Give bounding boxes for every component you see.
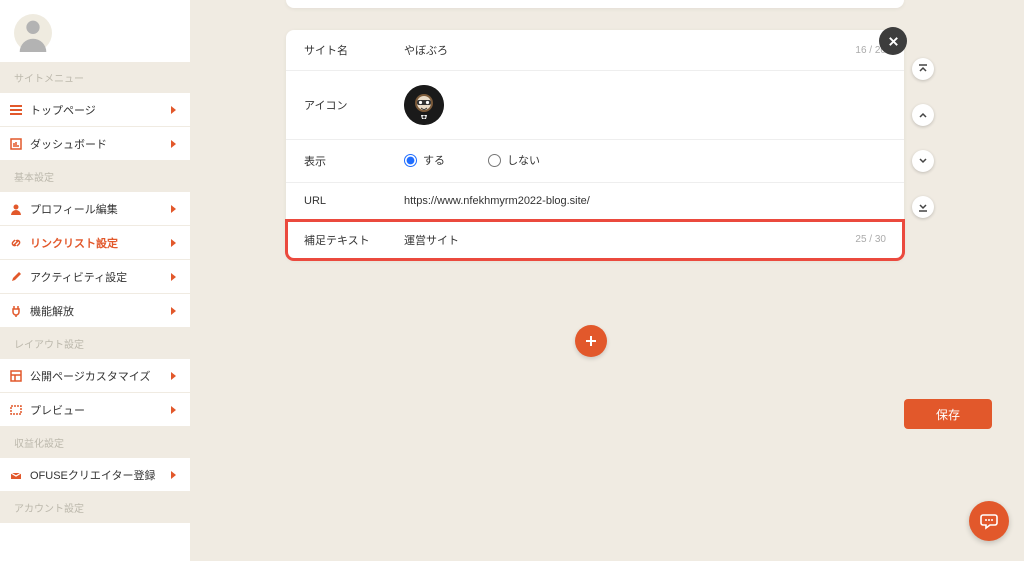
chevron-right-icon <box>171 106 176 114</box>
sidebar-item-activity[interactable]: アクティビティ設定 <box>0 260 190 294</box>
plug-icon <box>8 303 24 319</box>
main: サイト名 やぼぶろ 16 / 20 アイコン <box>190 0 1024 561</box>
radio-label: しない <box>507 152 540 168</box>
section-header-layout: レイアウト設定 <box>0 328 190 359</box>
previous-card-stub <box>286 0 904 8</box>
reorder-buttons <box>912 58 934 218</box>
sidebar-item-label: 公開ページカスタマイズ <box>30 368 171 384</box>
section-header-account: アカウント設定 <box>0 492 190 523</box>
extra-text-value[interactable]: 運営サイト <box>404 232 847 248</box>
move-bottom-button[interactable] <box>912 196 934 218</box>
link-icon <box>8 235 24 251</box>
sidebar-item-profile[interactable]: プロフィール編集 <box>0 192 190 226</box>
site-name-value[interactable]: やぼぶろ <box>404 42 847 58</box>
section-header-monetize: 収益化設定 <box>0 427 190 458</box>
sidebar-item-unlock[interactable]: 機能解放 <box>0 294 190 328</box>
avatar[interactable] <box>14 14 52 52</box>
pen-icon <box>8 269 24 285</box>
chat-button[interactable] <box>969 501 1009 541</box>
field-label: URL <box>304 195 404 207</box>
move-top-button[interactable] <box>912 58 934 80</box>
site-icon <box>404 85 444 125</box>
sidebar-item-dashboard[interactable]: ダッシュボード <box>0 127 190 161</box>
radio-input[interactable] <box>404 154 417 167</box>
field-label: サイト名 <box>304 42 404 58</box>
sidebar-item-preview[interactable]: プレビュー <box>0 393 190 427</box>
chevron-right-icon <box>171 140 176 148</box>
site-icon-holder[interactable] <box>404 85 886 125</box>
move-down-button[interactable] <box>912 150 934 172</box>
chevron-right-icon <box>171 273 176 281</box>
radio-display-off[interactable]: しない <box>488 152 540 168</box>
sidebar-item-customize[interactable]: 公開ページカスタマイズ <box>0 359 190 393</box>
layout-icon <box>8 368 24 384</box>
section-header-site-menu: サイトメニュー <box>0 62 190 93</box>
chevron-right-icon <box>171 307 176 315</box>
field-label: アイコン <box>304 97 404 113</box>
sidebar-item-label: アクティビティ設定 <box>30 269 171 285</box>
radio-display-on[interactable]: する <box>404 152 445 168</box>
sidebar-item-top[interactable]: トップページ <box>0 93 190 127</box>
window-icon <box>8 402 24 418</box>
url-value[interactable]: https://www.nfekhmyrm2022-blog.site/ <box>404 195 886 207</box>
save-button[interactable]: 保存 <box>904 399 992 429</box>
row-extra-text: 補足テキスト 運営サイト 25 / 30 <box>286 220 904 260</box>
sidebar-item-label: OFUSEクリエイター登録 <box>30 467 171 483</box>
ofuse-icon <box>8 467 24 483</box>
chevron-right-icon <box>171 239 176 247</box>
field-label: 表示 <box>304 153 404 169</box>
sidebar-item-label: トップページ <box>30 102 171 118</box>
sidebar-item-label: プレビュー <box>30 402 171 418</box>
chevron-right-icon <box>171 205 176 213</box>
sidebar-item-linklist[interactable]: リンクリスト設定 <box>0 226 190 260</box>
sidebar: サイトメニュー トップページ ダッシュボード 基本設定 プロフィール編集 リンク… <box>0 0 190 561</box>
chevron-right-icon <box>171 406 176 414</box>
close-button[interactable] <box>879 27 907 55</box>
add-link-button[interactable] <box>575 325 607 357</box>
section-header-basic: 基本設定 <box>0 161 190 192</box>
radio-label: する <box>423 152 445 168</box>
chevron-right-icon <box>171 471 176 479</box>
sidebar-item-label: ダッシュボード <box>30 136 171 152</box>
radio-input[interactable] <box>488 154 501 167</box>
row-icon: アイコン <box>286 71 904 140</box>
row-site-name: サイト名 やぼぶろ 16 / 20 <box>286 30 904 71</box>
row-display: 表示 する しない <box>286 140 904 183</box>
field-label: 補足テキスト <box>304 232 404 248</box>
row-url: URL https://www.nfekhmyrm2022-blog.site/ <box>286 183 904 220</box>
link-item-card: サイト名 やぼぶろ 16 / 20 アイコン <box>286 30 904 260</box>
chevron-right-icon <box>171 372 176 380</box>
sidebar-item-label: プロフィール編集 <box>30 201 171 217</box>
move-up-button[interactable] <box>912 104 934 126</box>
sidebar-item-label: 機能解放 <box>30 303 171 319</box>
person-icon <box>8 201 24 217</box>
sidebar-item-ofuse[interactable]: OFUSEクリエイター登録 <box>0 458 190 492</box>
char-count: 25 / 30 <box>855 234 886 245</box>
chart-icon <box>8 136 24 152</box>
hamburger-icon <box>8 102 24 118</box>
sidebar-item-label: リンクリスト設定 <box>30 235 171 251</box>
